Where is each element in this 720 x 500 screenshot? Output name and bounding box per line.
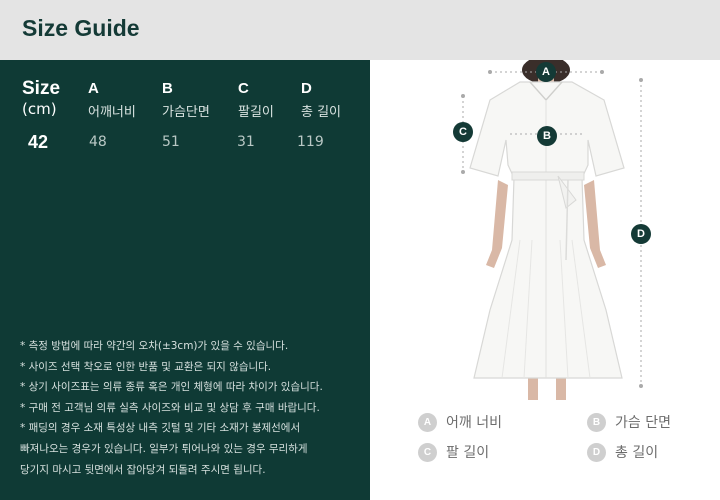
column-name: 어깨너비	[88, 105, 136, 120]
measurement-c-value: 31	[237, 134, 255, 150]
guide-endpoint	[461, 94, 465, 98]
unit-label: (cm)	[22, 100, 57, 118]
model-right-leg	[556, 378, 566, 400]
column-header-c: C 팔길이	[238, 80, 274, 120]
legend-label: 총 길이	[615, 445, 659, 461]
note-line: 당기지 마시고 뒷면에서 잡아당겨 되돌려 주시면 됩니다.	[20, 463, 266, 476]
dress-belt	[511, 171, 585, 181]
legend-marker-c: C	[418, 442, 437, 462]
legend-item-b: B 가슴 단면	[587, 411, 671, 433]
guide-endpoint	[639, 384, 643, 388]
guide-endpoint	[461, 170, 465, 174]
guide-endpoint	[488, 70, 492, 74]
column-name: 가슴단면	[162, 105, 210, 120]
column-name: 총 길이	[301, 105, 342, 120]
marker-b: B	[537, 126, 557, 146]
column-letter: B	[162, 80, 173, 97]
guide-endpoint	[639, 78, 643, 82]
legend-item-a: A 어깨 너비	[418, 411, 502, 433]
legend-marker-a: A	[418, 412, 437, 432]
size-value: 42	[28, 132, 49, 152]
measurement-d-value: 119	[297, 134, 324, 150]
legend-label: 가슴 단면	[615, 415, 671, 431]
legend-label: 어깨 너비	[446, 415, 502, 431]
column-header-a: A 어깨너비	[88, 80, 136, 120]
legend-marker-d: D	[587, 442, 606, 462]
model-left-leg	[528, 378, 538, 400]
note-line: * 측정 방법에 따라 약간의 오차(±3cm)가 있을 수 있습니다.	[20, 340, 289, 352]
measurement-b-value: 51	[162, 134, 180, 150]
marker-d: D	[631, 224, 651, 244]
column-name: 팔길이	[238, 105, 274, 120]
column-letter: A	[88, 80, 99, 97]
legend-marker-b: B	[587, 412, 606, 432]
column-header-d: D 총 길이	[301, 80, 341, 120]
size-notes: * 측정 방법에 따라 약간의 오차(±3cm)가 있을 수 있습니다. * 사…	[20, 336, 360, 480]
note-line: * 사이즈 선택 착오로 인한 반품 및 교환은 되지 않습니다.	[20, 360, 272, 373]
column-letter: C	[238, 80, 249, 97]
column-letter: D	[301, 80, 312, 97]
column-header-b: B 가슴단면	[162, 80, 210, 120]
legend-label: 팔 길이	[446, 445, 490, 461]
legend-item-d: D 총 길이	[587, 441, 658, 463]
note-line: * 패딩의 경우 소재 특성상 내측 깃털 및 기타 소재가 봉제선에서	[20, 422, 301, 435]
size-label: Size	[22, 78, 61, 99]
note-line: 빠져나오는 경우가 있습니다. 일부가 튀어나와 있는 경우 무리하게	[20, 442, 308, 455]
marker-a: A	[536, 62, 556, 82]
marker-c: C	[453, 122, 473, 142]
note-line: * 구매 전 고객님 의류 실측 사이즈와 비교 및 상담 후 구매 바랍니다.	[20, 401, 320, 414]
size-table-panel: Size (cm) A 어깨너비 B 가슴단면 C 팔길이 D 총 길이 42 …	[0, 60, 370, 500]
note-line: * 상기 사이즈표는 의류 종류 혹은 개인 체형에 따라 차이가 있습니다.	[20, 381, 323, 394]
size-column-header: Size (cm)	[22, 78, 60, 118]
page-title: Size Guide	[22, 15, 140, 41]
measurement-a-value: 48	[89, 134, 107, 150]
dress-illustration	[461, 60, 643, 400]
header-bar: Size Guide	[0, 0, 720, 60]
model-left-arm	[486, 180, 508, 268]
guide-endpoint	[600, 70, 604, 74]
garment-diagram-panel: A B C D A 어깨 너비 B 가슴 단면 C 팔 길이 D 총 길이	[370, 60, 720, 500]
legend-item-c: C 팔 길이	[418, 441, 489, 463]
